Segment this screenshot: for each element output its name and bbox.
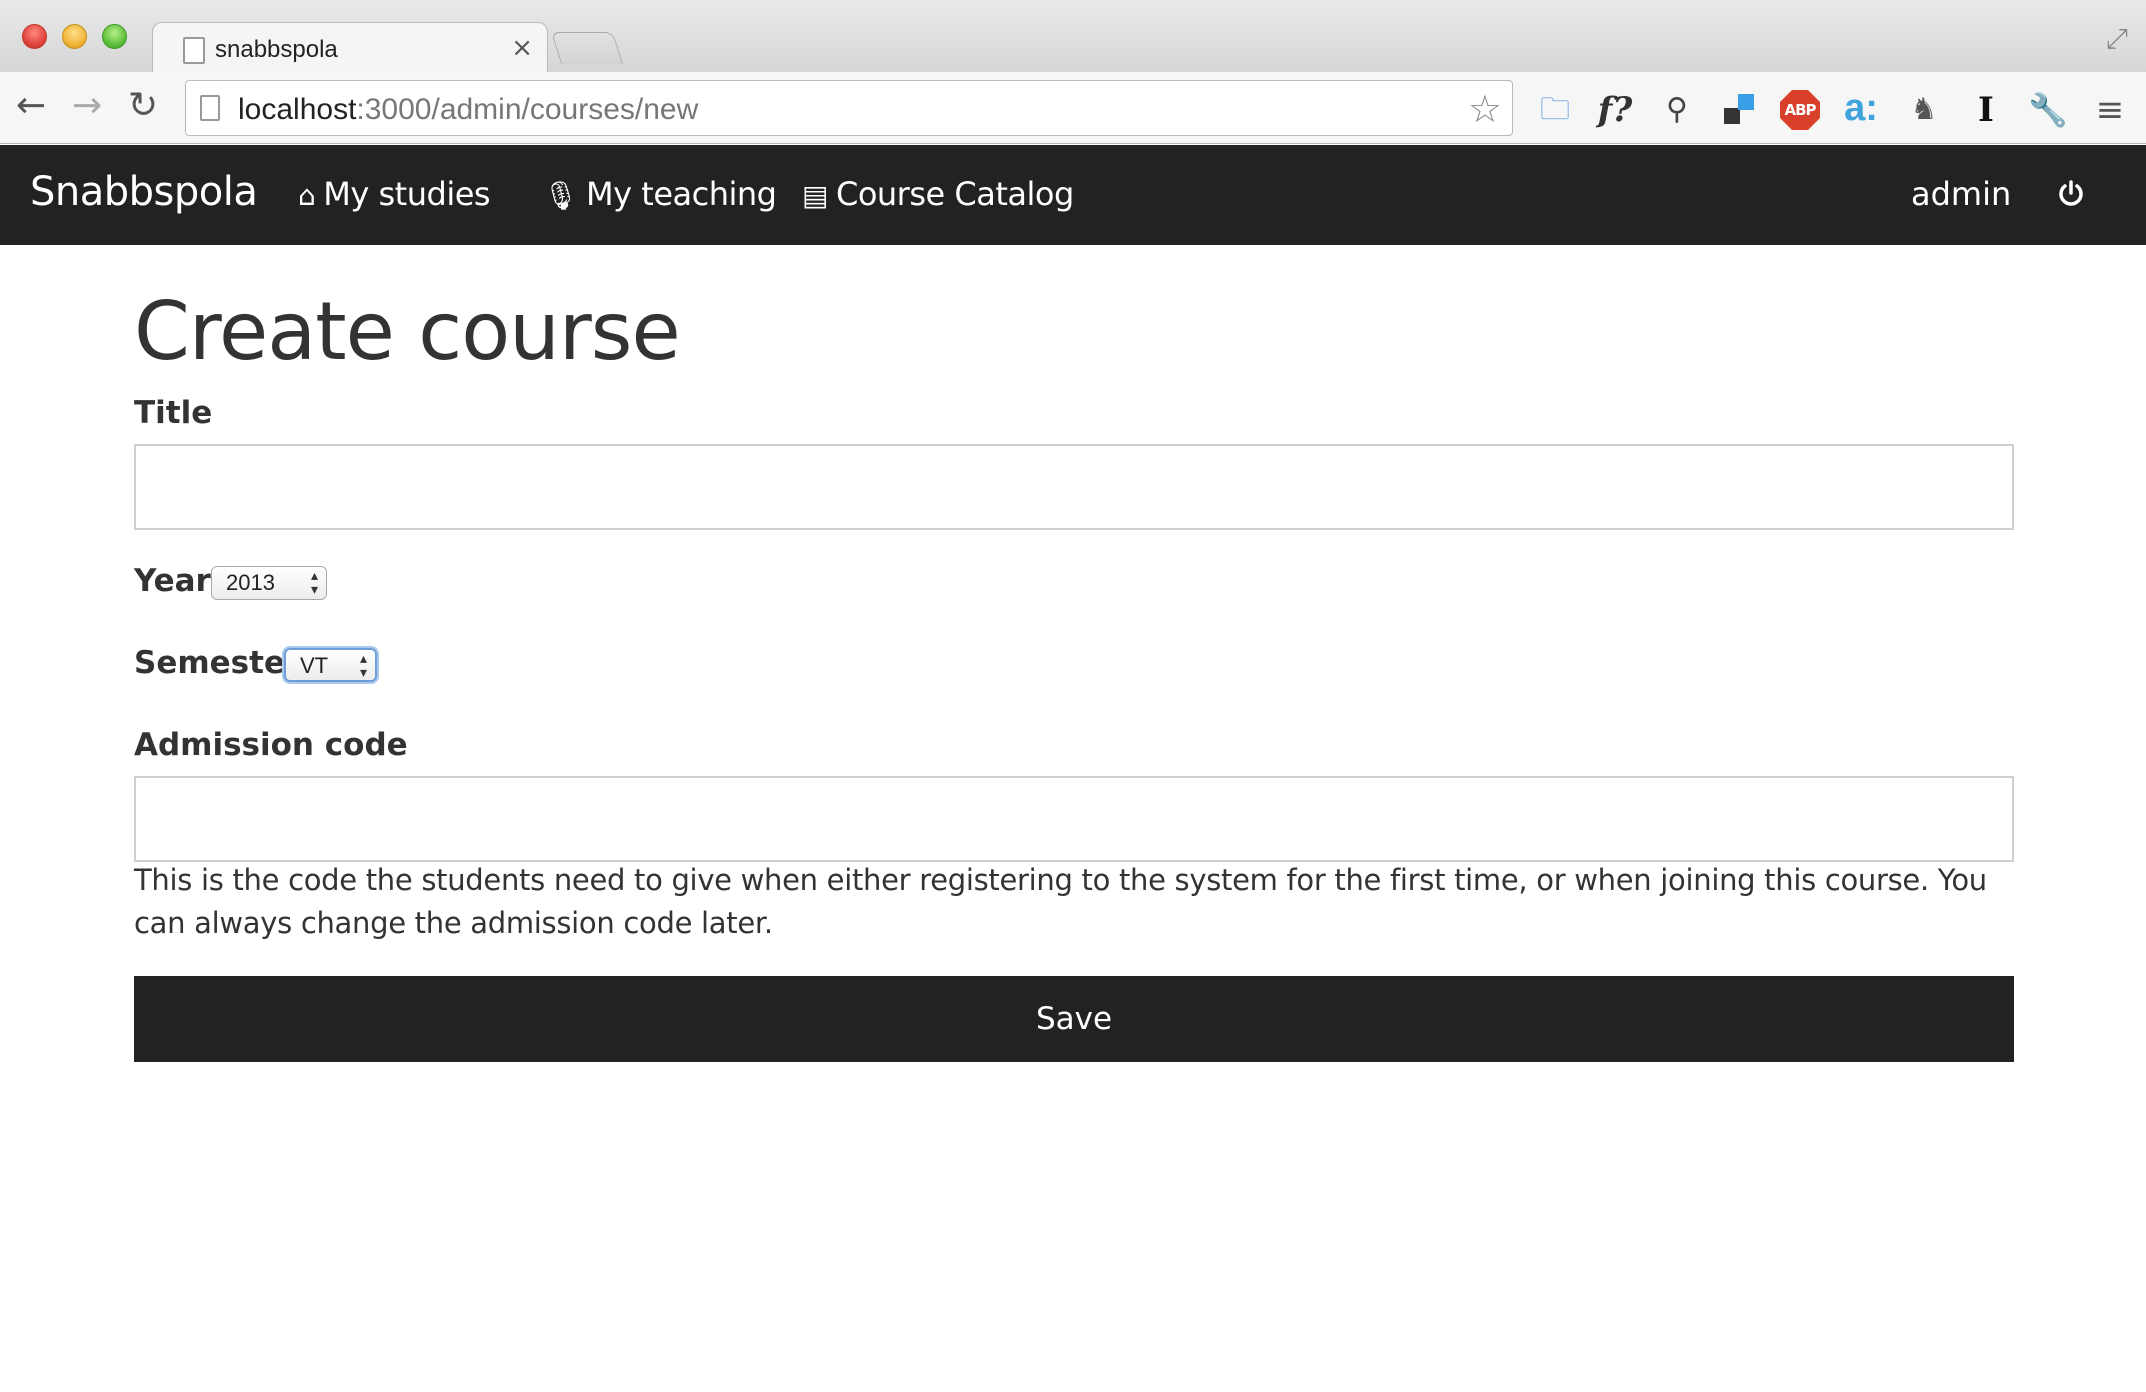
url-host: localhost [238, 93, 357, 126]
forward-arrow-icon[interactable]: → [72, 86, 102, 126]
archive-icon: ▤ [802, 179, 828, 212]
select-arrows-icon: ▴ ▾ [359, 651, 367, 681]
browser-titlebar: snabbspola × ⤢ [0, 0, 2146, 74]
back-arrow-icon[interactable]: ← [16, 86, 46, 126]
nav-my-studies[interactable]: ⌂ My studies [298, 175, 491, 213]
semester-label: Semester [134, 645, 301, 681]
page-title: Create course [134, 285, 681, 378]
reload-icon[interactable]: ↻ [128, 86, 158, 126]
brand-link[interactable]: Snabbspola [30, 169, 258, 215]
microphone-icon: 🎙 [543, 179, 579, 212]
nav-my-teaching-label: My teaching [586, 175, 777, 213]
year-select-value: 2013 [226, 570, 275, 595]
title-label: Title [134, 395, 213, 431]
year-label: Year [134, 563, 211, 599]
adblock-plus-icon[interactable]: ABP [1780, 90, 1820, 130]
nav-course-catalog[interactable]: ▤ Course Catalog [802, 175, 1074, 213]
fullscreen-icon[interactable]: ⤢ [2106, 22, 2128, 56]
admission-code-help: This is the code the students need to gi… [134, 863, 1987, 940]
lamp-extension-icon[interactable]: ⚲ [1657, 90, 1697, 130]
browser-tab[interactable]: snabbspola × [152, 22, 548, 74]
home-icon: ⌂ [298, 179, 316, 212]
semester-select[interactable]: VT ▴ ▾ [284, 648, 377, 682]
evernote-extension-icon[interactable]: ♞ [1904, 90, 1944, 130]
delicious-extension-icon[interactable] [1720, 90, 1760, 130]
save-button[interactable]: Save [134, 976, 2014, 1062]
instapaper-extension-icon[interactable]: I [1966, 90, 2006, 130]
font-finder-extension-icon[interactable]: f? [1595, 90, 1635, 130]
year-select[interactable]: 2013 ▴ ▾ [211, 566, 327, 600]
power-icon[interactable] [2056, 179, 2086, 209]
new-tab-button[interactable] [550, 32, 624, 64]
browser-menu-icon[interactable]: ≡ [2090, 90, 2130, 130]
url-path: :3000/admin/courses/new [356, 93, 699, 126]
folder-extension-icon[interactable]: 🗀 [1535, 90, 1575, 130]
page-icon [200, 95, 220, 121]
semester-select-value: VT [300, 653, 329, 678]
amazon-extension-icon[interactable]: a: [1841, 89, 1881, 130]
browser-toolbar: ← → ↻ localhost:3000/admin/courses/new ☆… [0, 72, 2146, 144]
select-arrows-icon: ▴ ▾ [310, 568, 318, 598]
window-close-button[interactable] [22, 24, 47, 49]
admission-code-label: Admission code [134, 727, 408, 763]
admission-code-input[interactable] [134, 776, 2014, 862]
bookmark-star-icon[interactable]: ☆ [1468, 87, 1502, 131]
nav-course-catalog-label: Course Catalog [835, 175, 1074, 213]
window-maximize-button[interactable] [102, 24, 127, 49]
app-navbar: Snabbspola ⌂ My studies 🎙 My teaching ▤ Cou… [0, 145, 2146, 245]
user-menu-admin[interactable]: admin [1911, 175, 2011, 213]
tab-title: snabbspola [215, 36, 338, 63]
title-input[interactable] [134, 444, 2014, 530]
nav-my-teaching[interactable]: 🎙 My teaching [543, 175, 777, 213]
tab-close-icon[interactable]: × [511, 33, 533, 63]
nav-my-studies-label: My studies [323, 175, 491, 213]
url-text[interactable]: localhost:3000/admin/courses/new [238, 93, 698, 127]
window-minimize-button[interactable] [62, 24, 87, 49]
wrench-extension-icon[interactable]: 🔧 [2028, 90, 2068, 130]
address-bar[interactable]: localhost:3000/admin/courses/new ☆ [185, 80, 1513, 136]
page-icon [183, 37, 205, 64]
